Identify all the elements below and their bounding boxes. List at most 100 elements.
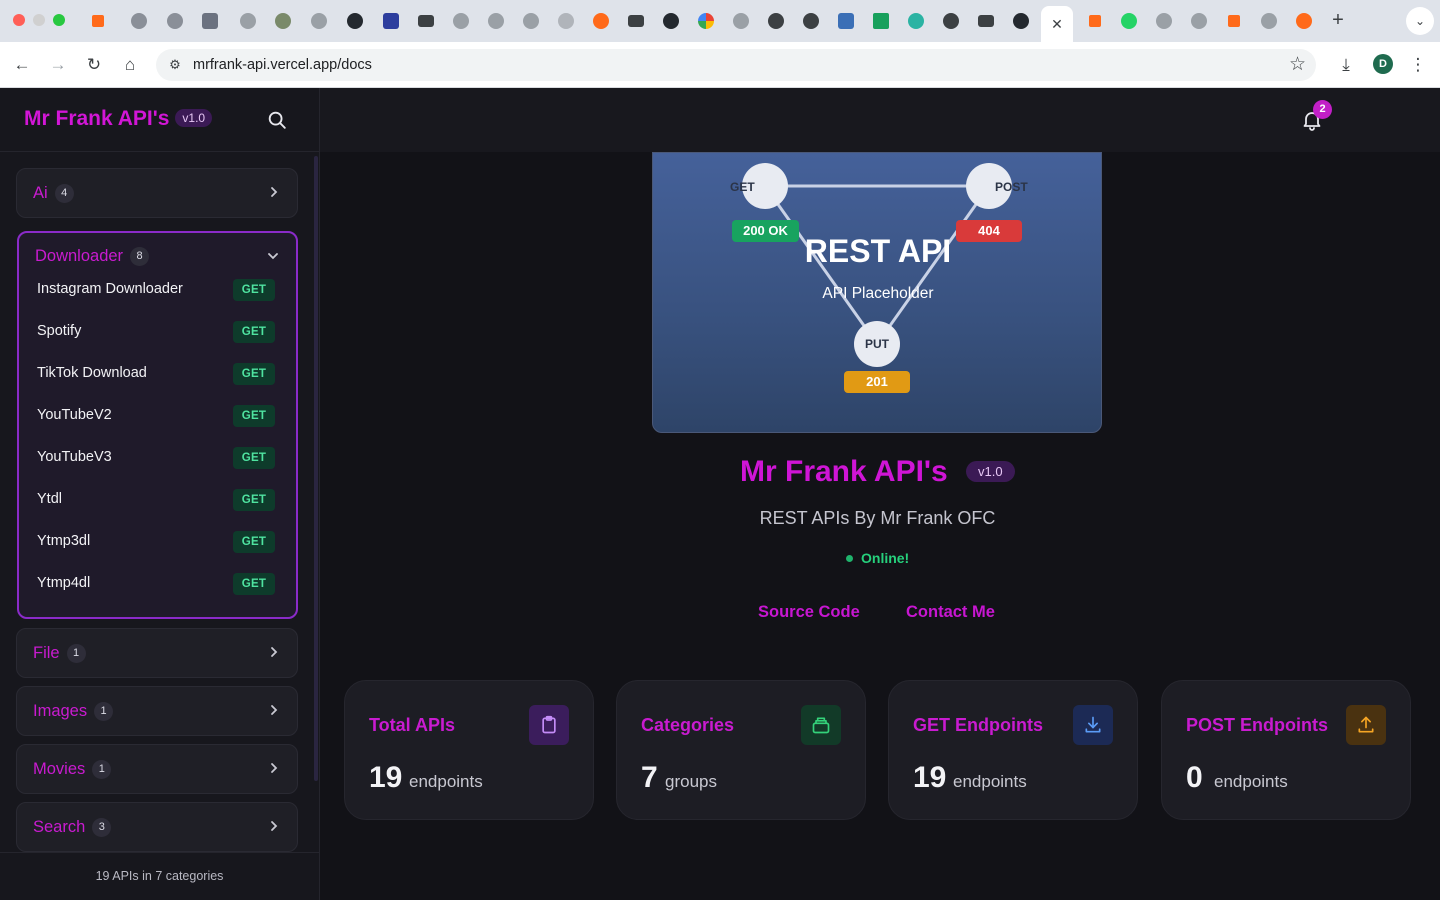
browser-tab[interactable] [934,8,968,34]
browser-tab[interactable] [969,8,1003,34]
category-label: Images 1 [33,702,114,721]
category-images[interactable]: Images 1 [16,686,298,736]
home-button[interactable]: ⌂ [116,51,144,79]
category-label: Movies 1 [33,760,112,779]
method-badge: GET [233,405,275,427]
site-info-icon[interactable]: ⚙ [166,56,184,74]
version-badge: v1.0 [175,109,213,127]
contact-me-link[interactable]: Contact Me [906,603,995,622]
bookmark-star-icon[interactable]: ☆ [1289,53,1306,76]
endpoint-name: Ytmp3dl [37,533,91,549]
category-label: Search 3 [33,818,112,837]
tab-favicon-icon [92,15,104,27]
brand-logo[interactable]: Mr Frank API's v1.0 [24,107,213,131]
browser-tab[interactable] [409,8,443,34]
method-badge: GET [233,573,275,595]
browser-tab[interactable] [1078,8,1112,34]
browser-tab[interactable] [231,8,265,34]
browser-tab[interactable] [479,8,513,34]
browser-tab[interactable] [759,8,793,34]
sidebar-scrollbar[interactable] [314,156,318,781]
github-icon [347,13,363,29]
back-button[interactable]: ← [8,51,36,79]
browser-tab[interactable] [193,8,227,34]
browser-tab[interactable] [1147,8,1181,34]
url-text[interactable]: mrfrank-api.vercel.app/docs [193,57,372,73]
forward-button[interactable]: → [44,51,72,79]
browser-tab[interactable] [1287,8,1321,34]
browser-tab[interactable] [122,8,156,34]
method-badge: GET [233,363,275,385]
reload-button[interactable]: ↻ [80,51,108,79]
new-tab-button[interactable]: + [1328,10,1348,30]
browser-tab[interactable] [584,8,618,34]
browser-tab[interactable] [619,8,653,34]
browser-tab[interactable] [794,8,828,34]
tab-search-button[interactable]: ⌄ [1406,7,1434,35]
window-close-button[interactable] [13,14,25,26]
method-badge: GET [233,321,275,343]
browser-tab[interactable] [81,8,115,34]
browser-tab[interactable] [1217,8,1251,34]
browser-tab[interactable] [1252,8,1286,34]
tab-favicon-icon [733,13,749,29]
downloads-button[interactable]: ⤓ [1332,51,1360,79]
category-count: 4 [54,184,74,203]
profile-avatar[interactable]: D [1373,54,1393,74]
browser-tab[interactable] [864,8,898,34]
online-status: Online! [861,550,910,566]
browser-tab[interactable] [1182,8,1216,34]
endpoint-youtubev2[interactable]: YouTubeV2 GET [37,399,275,433]
search-icon[interactable] [266,109,288,131]
endpoint-ytmp4dl[interactable]: Ytmp4dl GET [37,567,275,601]
method-badge: GET [233,447,275,469]
browser-tab[interactable] [1112,8,1146,34]
stat-value: 0 [1186,761,1203,794]
browser-tab[interactable] [899,8,933,34]
browser-tab-active[interactable]: ✕ [1041,6,1073,42]
chevron-right-icon [271,821,278,831]
hero-banner-image: GET POST PUT 200 OK 404 201 REST API API… [652,152,1102,433]
category-ai[interactable]: Ai 4 [16,168,298,218]
close-tab-icon[interactable]: ✕ [1051,16,1063,33]
browser-tab[interactable] [514,8,548,34]
browser-tab[interactable] [724,8,758,34]
browser-tab[interactable] [158,8,192,34]
browser-tab[interactable] [302,8,336,34]
browser-menu-button[interactable]: ⋮ [1404,51,1432,79]
chevron-down-icon[interactable] [266,249,280,263]
tab-favicon-icon [1089,15,1101,27]
category-file[interactable]: File 1 [16,628,298,678]
chevron-right-icon [271,647,278,657]
endpoint-tiktok-download[interactable]: TikTok Download GET [37,357,275,391]
address-bar[interactable]: ⚙ mrfrank-api.vercel.app/docs ☆ [156,49,1316,81]
endpoint-youtubev3[interactable]: YouTubeV3 GET [37,441,275,475]
layers-icon [801,705,841,745]
main-content: GET POST PUT 200 OK 404 201 REST API API… [320,152,1440,900]
category-movies[interactable]: Movies 1 [16,744,298,794]
browser-tab[interactable] [829,8,863,34]
endpoint-spotify[interactable]: Spotify GET [37,315,275,349]
category-label: Downloader 8 [35,247,150,266]
browser-tab[interactable] [1004,8,1038,34]
browser-tab[interactable] [374,8,408,34]
browser-tab[interactable] [549,8,583,34]
tab-favicon-icon [131,13,147,29]
stat-title: Categories [641,715,735,735]
tab-favicon-icon [1228,15,1240,27]
endpoint-instagram-downloader[interactable]: Instagram Downloader GET [37,273,275,307]
source-code-link[interactable]: Source Code [758,603,860,622]
notification-badge: 2 [1313,100,1332,119]
browser-tab[interactable] [689,8,723,34]
browser-tab[interactable] [444,8,478,34]
category-search[interactable]: Search 3 [16,802,298,852]
stat-unit: endpoints [953,772,1027,791]
endpoint-ytdl[interactable]: Ytdl GET [37,483,275,517]
endpoint-ytmp3dl[interactable]: Ytmp3dl GET [37,525,275,559]
browser-tab[interactable] [338,8,372,34]
window-zoom-button[interactable] [53,14,65,26]
endpoint-name: YouTubeV3 [37,449,112,465]
window-minimize-button[interactable] [33,14,45,26]
browser-tab[interactable] [654,8,688,34]
browser-tab[interactable] [266,8,300,34]
